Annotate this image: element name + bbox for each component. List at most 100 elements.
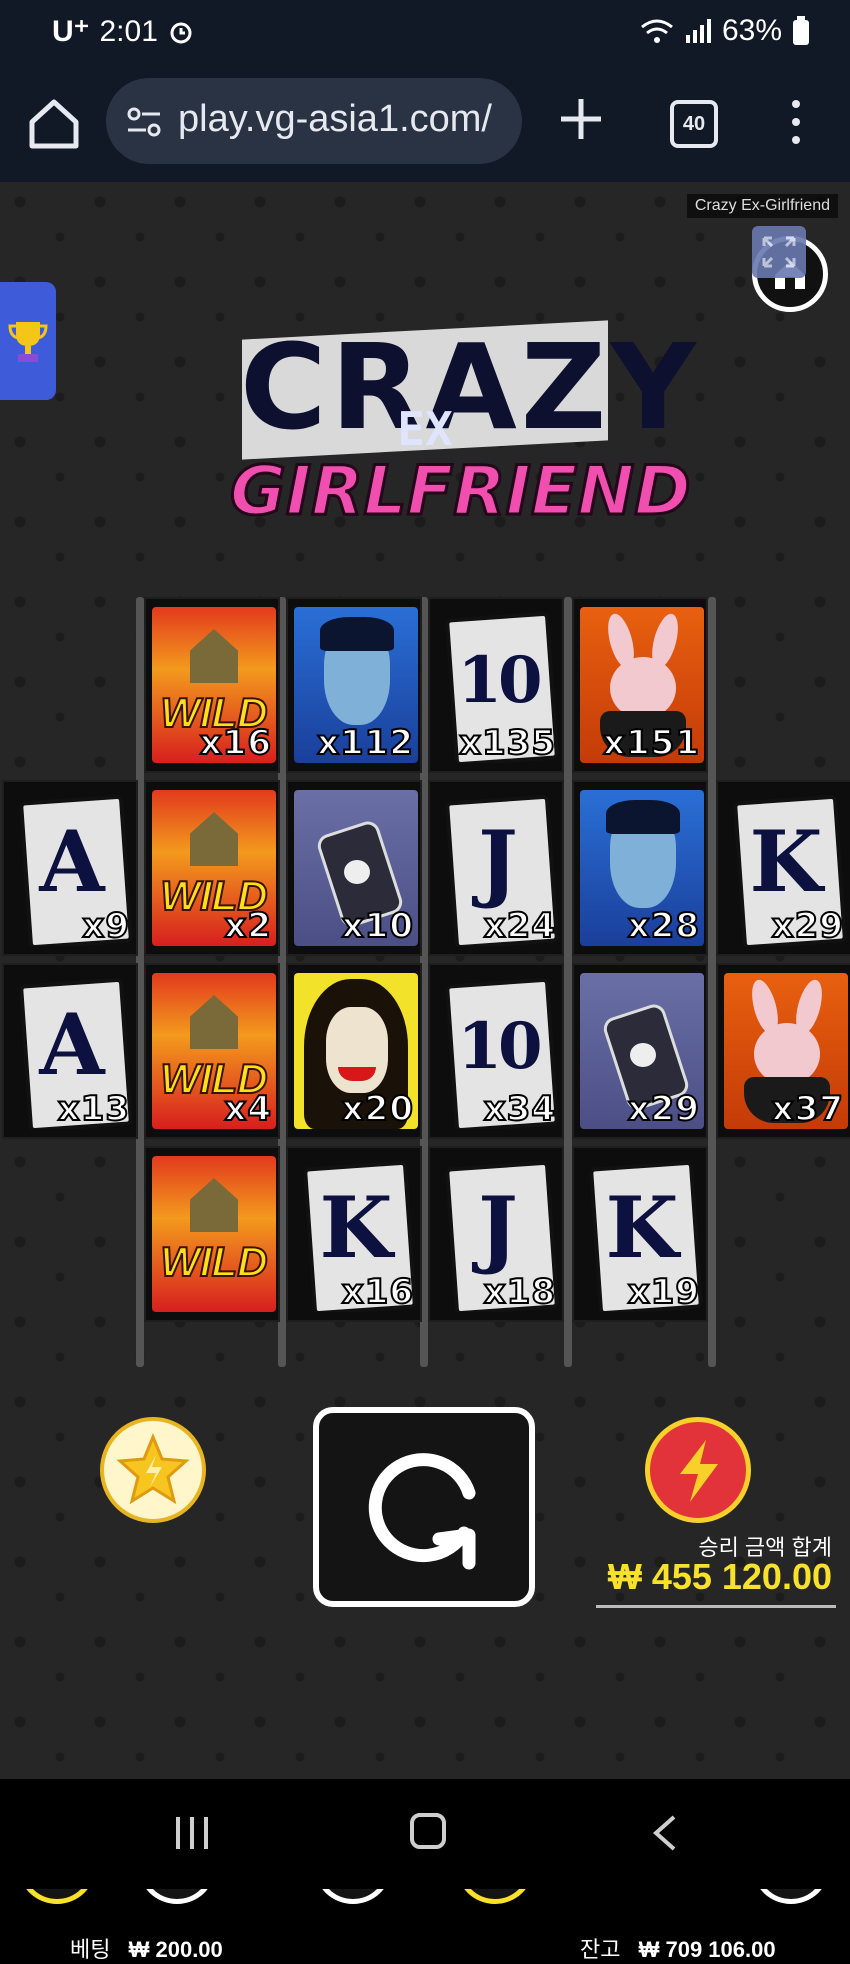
- android-nav-bar: [0, 1779, 850, 1889]
- hair-shape: [606, 800, 680, 834]
- multiplier-label: x37: [771, 1088, 844, 1130]
- reel-cell: Ax9: [2, 780, 138, 956]
- total-win-value: ₩ 455 120.00: [607, 1556, 832, 1597]
- reel-divider: [564, 597, 572, 1367]
- balance-value: ₩ 709 106.00: [638, 1937, 776, 1962]
- reel-cell: Kx16: [286, 1146, 422, 1322]
- url-text[interactable]: play.vg-asia1.com/: [178, 98, 492, 141]
- multiplier-label: x29: [627, 1088, 700, 1130]
- logo-girlfriend-text: GIRLFRIEND: [229, 451, 693, 533]
- multiplier-label: x29: [771, 905, 844, 947]
- card-letter: J: [478, 1178, 518, 1277]
- reel-cell: Ax13: [2, 963, 138, 1139]
- battery-percent: 63%: [721, 14, 782, 47]
- reel-cell: x29: [572, 963, 708, 1139]
- skull-icon: [344, 860, 370, 884]
- balance-display: 잔고 ₩ 709 106.00: [580, 1932, 776, 1964]
- more-menu-icon[interactable]: [784, 98, 808, 146]
- reel-cell: x37: [716, 963, 850, 1139]
- multiplier-label: x34: [483, 1088, 556, 1130]
- hair-shape: [320, 617, 394, 651]
- reel-cell: Jx24: [428, 780, 564, 956]
- reel-cell: x151: [572, 597, 708, 773]
- reel-cell: Kx19: [572, 1146, 708, 1322]
- favorite-star-button[interactable]: [100, 1417, 206, 1523]
- game-canvas: Crazy Ex-Girlfriend CRAZY EX GIRLFRIEND …: [0, 182, 850, 1962]
- star-icon: [116, 1433, 190, 1505]
- lightning-icon: [680, 1440, 718, 1502]
- bet-label: 베팅: [70, 1937, 111, 1962]
- signal-icon: [685, 19, 711, 43]
- logo-ex-text: EX: [397, 402, 453, 456]
- browser-home-icon[interactable]: [26, 96, 82, 152]
- multiplier-label: x20: [341, 1088, 414, 1130]
- bet-display: 베팅 ₩ 200.00: [70, 1932, 223, 1964]
- skull-icon: [630, 1043, 656, 1067]
- reel-cell: Kx29: [716, 780, 850, 956]
- multiplier-label: x16: [199, 722, 272, 764]
- multiplier-label: x13: [57, 1088, 130, 1130]
- back-icon[interactable]: [650, 1813, 680, 1853]
- multiplier-label: x112: [316, 722, 414, 764]
- reel-grid: Ax9 Ax13 WILD x16 WILD x2 WILD x4 WILD x112 x10 x20…: [0, 597, 850, 1367]
- multiplier-label: x24: [483, 905, 556, 947]
- card-letter: K: [749, 812, 823, 911]
- fullscreen-button[interactable]: [752, 226, 806, 278]
- burning-house-icon: [190, 629, 238, 683]
- status-right: 63%: [640, 14, 810, 48]
- nav-home-icon[interactable]: [410, 1813, 446, 1849]
- wild-label: WILD: [159, 1237, 268, 1286]
- trophy-icon: [8, 322, 48, 362]
- reel-cell: x10: [286, 780, 422, 956]
- multiplier-label: x135: [458, 722, 556, 764]
- burning-house-icon: [190, 995, 238, 1049]
- browser-toolbar: play.vg-asia1.com/ 40: [0, 70, 850, 182]
- trophy-tab[interactable]: [0, 282, 56, 400]
- status-left: U⁺ 2:01: [52, 14, 194, 49]
- multiplier-label: x151: [602, 722, 700, 764]
- alarm-icon: [170, 22, 192, 43]
- reel-cell: WILD: [144, 1146, 280, 1322]
- card-letter: 10: [457, 643, 542, 718]
- fullscreen-icon: [762, 236, 796, 268]
- reel-cell: Jx18: [428, 1146, 564, 1322]
- turbo-bolt-button[interactable]: [645, 1417, 751, 1523]
- win-underline: [596, 1605, 836, 1608]
- card-letter: J: [478, 812, 518, 911]
- bet-value: ₩ 200.00: [128, 1937, 223, 1962]
- spin-icon: [368, 1453, 476, 1570]
- reel-cell: WILD x4: [144, 963, 280, 1139]
- multiplier-label: x10: [341, 905, 414, 947]
- multiplier-label: x19: [627, 1271, 700, 1313]
- site-settings-icon[interactable]: [124, 102, 164, 142]
- card-letter: K: [605, 1178, 679, 1277]
- recent-apps-icon[interactable]: [172, 1815, 212, 1851]
- multiplier-label: x16: [341, 1271, 414, 1313]
- wifi-icon: [641, 19, 673, 43]
- battery-icon: [793, 16, 809, 45]
- spin-button[interactable]: [313, 1407, 535, 1607]
- balance-label: 잔고: [580, 1937, 621, 1962]
- multiplier-label: x9: [81, 905, 130, 947]
- multiplier-label: x2: [223, 905, 272, 947]
- card-letter: A: [39, 812, 105, 911]
- card-letter: K: [319, 1178, 393, 1277]
- game-title-label: Crazy Ex-Girlfriend: [686, 194, 838, 218]
- reel-cell: x20: [286, 963, 422, 1139]
- burning-house-icon: [190, 812, 238, 866]
- multiplier-label: x28: [627, 905, 700, 947]
- reel-cell: 10 x135: [428, 597, 564, 773]
- card-letter: 10: [457, 1009, 542, 1084]
- reel-divider: [708, 597, 716, 1367]
- status-time: 2:01: [99, 14, 158, 48]
- burning-house-icon: [190, 1178, 238, 1232]
- address-bar[interactable]: play.vg-asia1.com/: [106, 78, 522, 164]
- card-letter: A: [39, 995, 105, 1094]
- multiplier-label: x4: [223, 1088, 272, 1130]
- status-bar: U⁺ 2:01 63%: [0, 0, 850, 70]
- bunny-icon: [754, 1023, 820, 1085]
- reel-cell: 10 x34: [428, 963, 564, 1139]
- carrier-label: U⁺: [52, 15, 90, 48]
- tab-switcher-button[interactable]: 40: [670, 100, 718, 148]
- new-tab-icon[interactable]: [556, 94, 606, 144]
